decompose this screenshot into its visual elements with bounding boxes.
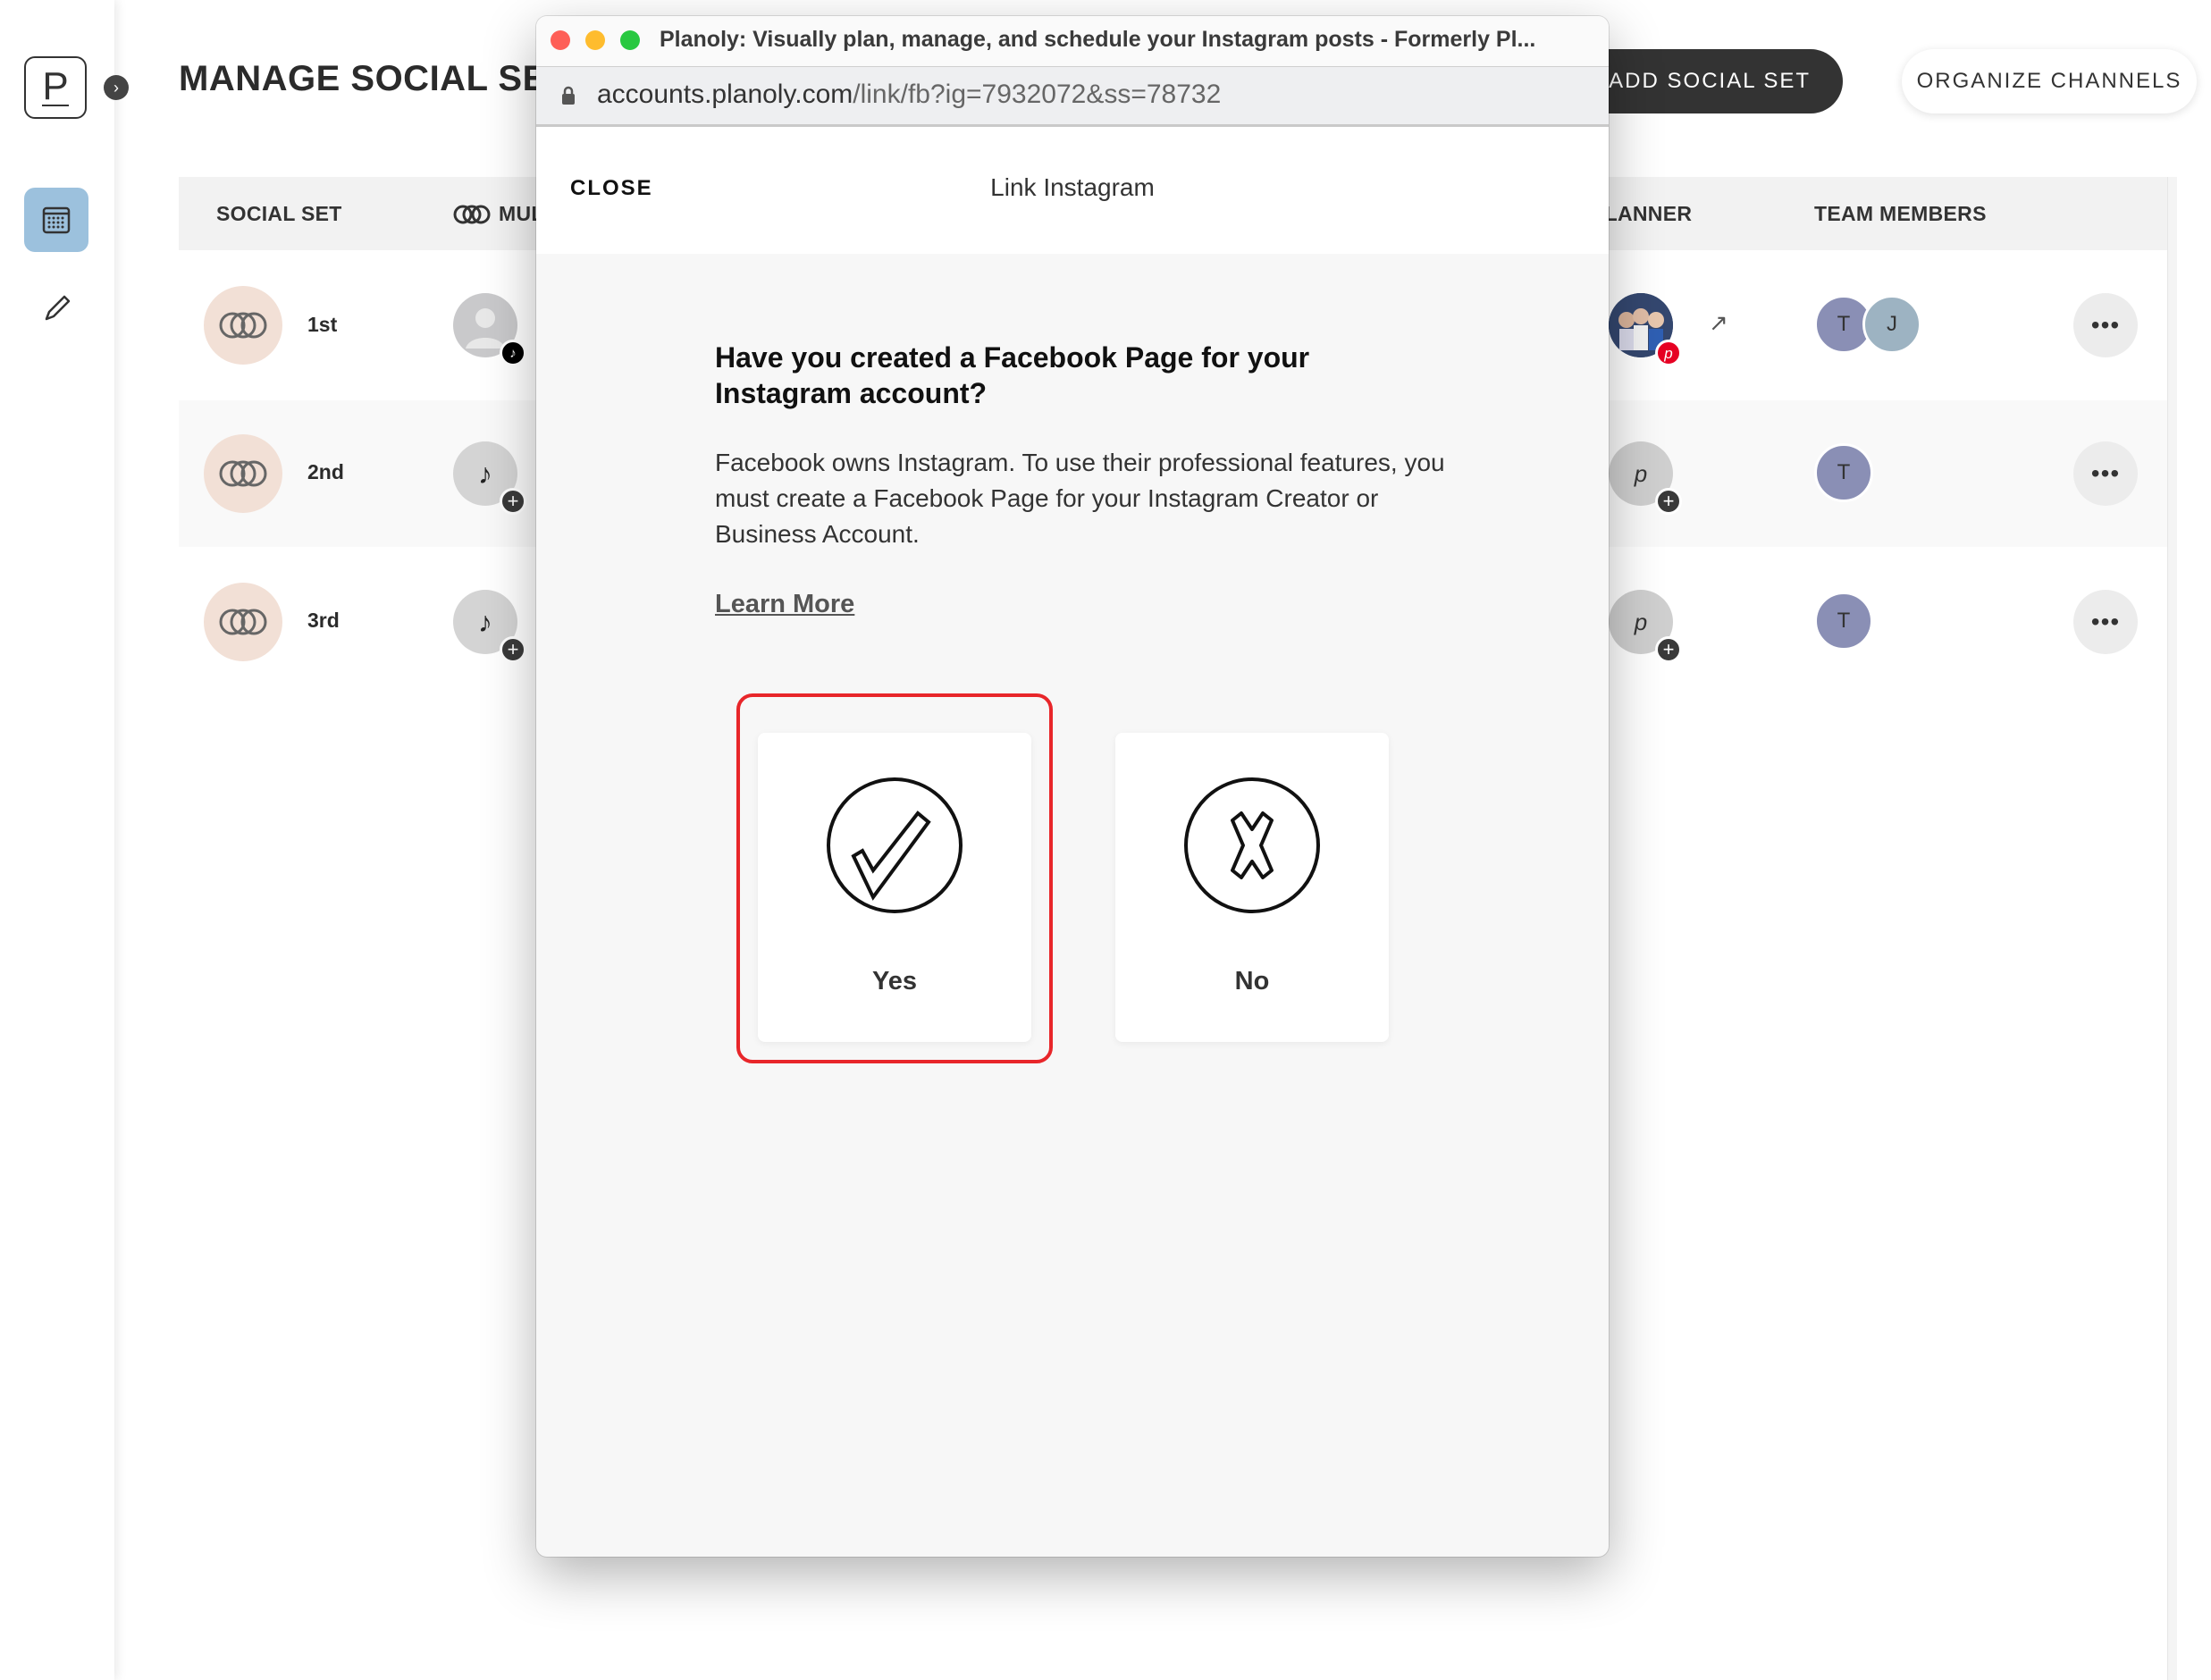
social-set-icon (219, 312, 267, 339)
add-pinterest-planner[interactable]: p + (1609, 441, 1682, 515)
expand-sidebar-button[interactable]: › (104, 75, 129, 100)
address-bar[interactable]: accounts.planoly.com/link/fb?ig=7932072&… (536, 67, 1609, 127)
channel-avatar[interactable]: ♪ (453, 293, 526, 366)
plus-icon: + (507, 490, 519, 512)
tiktok-icon: ♪ (478, 605, 492, 638)
lock-icon (562, 86, 575, 105)
column-header-team-members: TEAM MEMBERS (1814, 202, 1987, 225)
column-header-social-set: SOCIAL SET (216, 202, 342, 225)
organize-channels-button[interactable]: ORGANIZE CHANNELS (1902, 49, 2197, 113)
url-path: /link/fb?ig=7932072&ss=78732 (853, 80, 1222, 109)
add-badge: + (500, 488, 526, 515)
no-option-card[interactable]: No (1115, 733, 1389, 1042)
sidebar: P (0, 0, 114, 1680)
check-circle-icon (827, 777, 963, 913)
scrollbar[interactable] (2167, 177, 2177, 1680)
sidebar-item-compose[interactable] (39, 290, 75, 326)
modal-header: CLOSE Link Instagram (536, 127, 1609, 254)
add-pinterest-planner[interactable]: p + (1609, 590, 1682, 663)
tiktok-badge: ♪ (500, 340, 526, 366)
sidebar-item-calendar[interactable] (24, 188, 88, 252)
yes-option-card[interactable]: Yes (758, 733, 1031, 1042)
add-badge: + (1655, 636, 1682, 663)
more-options-button[interactable]: ••• (2073, 441, 2138, 506)
add-tiktok-channel[interactable]: ♪ + (453, 441, 526, 515)
url-host: accounts.planoly.com (597, 80, 853, 109)
calendar-icon (42, 206, 71, 234)
social-set-icon (453, 205, 491, 223)
url-text[interactable]: accounts.planoly.com/link/fb?ig=7932072&… (597, 80, 1221, 110)
close-window-button[interactable] (551, 30, 570, 50)
team-member-avatar[interactable]: T (1814, 443, 1873, 502)
pinterest-icon: p (1634, 608, 1648, 635)
pinterest-badge: p (1655, 340, 1682, 366)
social-set-name[interactable]: 2nd (307, 460, 344, 484)
tiktok-icon: ♪ (478, 457, 492, 490)
logo-letter: P (42, 64, 69, 108)
question-heading: Have you created a Facebook Page for you… (715, 341, 1310, 409)
more-options-button[interactable]: ••• (2073, 293, 2138, 357)
no-label: No (1234, 967, 1270, 995)
pinterest-icon: p (1634, 459, 1648, 487)
team-member-avatar[interactable]: J (1862, 295, 1921, 354)
x-circle-icon (1184, 777, 1320, 913)
tiktok-icon: ♪ (509, 345, 517, 361)
social-set-icon (219, 460, 267, 487)
plus-icon: + (1662, 490, 1675, 512)
pinterest-icon: p (1664, 344, 1673, 362)
social-set-name[interactable]: 1st (307, 313, 337, 337)
more-options-button[interactable]: ••• (2073, 590, 2138, 654)
yes-label: Yes (872, 967, 917, 995)
open-external-icon[interactable]: ↗ (1709, 309, 1728, 337)
social-set-icon (219, 609, 267, 635)
planner-avatar[interactable]: p (1609, 293, 1682, 366)
team-member-avatar[interactable]: T (1814, 592, 1873, 651)
page-title: MANAGE SOCIAL SETS (179, 59, 593, 98)
plus-icon: + (507, 638, 519, 660)
window-titlebar[interactable]: Planoly: Visually plan, manage, and sche… (536, 16, 1609, 67)
description-text: Facebook owns Instagram. To use their pr… (715, 449, 1445, 548)
add-badge: + (1655, 488, 1682, 515)
pencil-icon (45, 295, 71, 321)
chevron-right-icon: › (113, 78, 119, 97)
popup-window: Planoly: Visually plan, manage, and sche… (536, 16, 1609, 1557)
add-badge: + (500, 636, 526, 663)
modal-title: Link Instagram (990, 173, 1155, 201)
social-set-avatar (204, 434, 282, 513)
maximize-window-button[interactable] (620, 30, 640, 50)
social-set-avatar (204, 286, 282, 365)
plus-icon: + (1662, 638, 1675, 660)
planoly-logo[interactable]: P (24, 56, 87, 119)
minimize-window-button[interactable] (585, 30, 605, 50)
social-set-avatar (204, 583, 282, 661)
add-tiktok-channel[interactable]: ♪ + (453, 590, 526, 663)
social-set-name[interactable]: 3rd (307, 609, 340, 633)
learn-more-link[interactable]: Learn More (715, 590, 854, 619)
window-title: Planoly: Visually plan, manage, and sche… (660, 27, 1536, 52)
